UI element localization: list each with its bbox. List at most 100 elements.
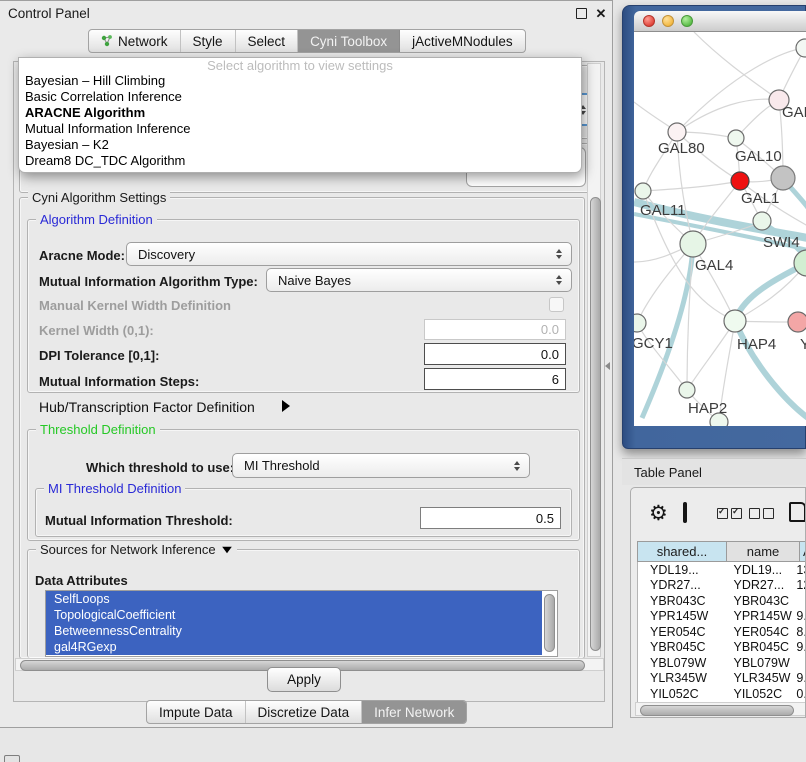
tab-select[interactable]: Select [236, 30, 299, 52]
table-row[interactable]: YIL052CYIL052C0. [638, 686, 806, 702]
node-label: GAL10 [735, 148, 782, 165]
tab-discretize-data[interactable]: Discretize Data [246, 701, 363, 723]
popup-item[interactable]: Mutual Information Inference [19, 121, 581, 137]
network-node-gal11[interactable] [635, 183, 651, 199]
table-settings-gear-icon[interactable]: ⚙ [649, 503, 668, 524]
aracne-mode-select[interactable]: Discovery [126, 242, 572, 266]
network-edge[interactable] [643, 181, 740, 191]
table-row[interactable]: YBR045CYBR045C9. [638, 640, 806, 656]
mi-algorithm-type-label: Mutual Information Algorithm Type: [39, 274, 258, 289]
list-item[interactable]: gal4RGexp [46, 639, 542, 655]
table-panel: ⚙ shared... name A YDL19...YDL19...13 YD… [630, 487, 806, 718]
panel-splitter-handle[interactable] [605, 362, 610, 370]
network-node-salmon-right[interactable] [788, 312, 806, 332]
select-all-columns-icon[interactable] [717, 508, 742, 519]
tab-network[interactable]: Network [89, 30, 181, 52]
table-hscrollbar-track[interactable] [635, 702, 806, 716]
tab-cyni-toolbox[interactable]: Cyni Toolbox [298, 30, 400, 52]
table-row[interactable]: YBL079WYBL079W [638, 655, 806, 671]
settings-vscrollbar-thumb[interactable] [590, 197, 601, 651]
network-node-hap2[interactable] [679, 382, 695, 398]
network-window-titlebar[interactable] [634, 11, 806, 32]
bottom-left-grip-icon[interactable] [4, 755, 20, 762]
network-node-gal80[interactable] [668, 123, 686, 141]
algorithm-dropdown-popup: Select algorithm to view settings Bayesi… [18, 57, 582, 173]
control-panel-tabs: Network Style Select Cyni Toolbox jActiv… [88, 29, 526, 53]
network-node-gcy1[interactable] [634, 314, 646, 332]
mi-threshold-input[interactable]: 0.5 [420, 507, 561, 529]
group-title: Threshold Definition [36, 422, 160, 437]
tab-label: Discretize Data [258, 705, 350, 720]
minimize-window-icon[interactable] [662, 15, 674, 27]
table-row[interactable]: YLR345WYLR345W9. [638, 671, 806, 687]
close-panel-icon[interactable]: ✕ [594, 6, 608, 20]
network-node-gray-node[interactable] [771, 166, 795, 190]
which-threshold-select[interactable]: MI Threshold [232, 453, 530, 478]
network-node-top-partial[interactable] [796, 39, 806, 57]
network-edge[interactable] [637, 323, 687, 390]
expand-right-icon[interactable] [282, 400, 290, 412]
hub-definition-expander[interactable]: Hub/Transcription Factor Definition [39, 399, 255, 415]
kernel-width-input[interactable]: 0.0 [424, 319, 566, 340]
which-threshold-label: Which threshold to use: [86, 460, 234, 475]
network-edge[interactable] [694, 32, 779, 100]
settings-vscrollbar-track[interactable] [587, 63, 601, 657]
node-label: GAL11 [640, 202, 686, 219]
tab-label: Infer Network [374, 705, 454, 720]
popup-item-selected[interactable]: ARACNE Algorithm [19, 105, 581, 121]
float-panel-icon[interactable] [574, 6, 588, 20]
column-layout-icon[interactable] [683, 502, 687, 523]
popup-item[interactable]: Dream8 DC_TDC Algorithm [19, 153, 581, 169]
table-row[interactable]: YDR27...YDR27...12 [638, 578, 806, 594]
node-label: GAL4 [695, 257, 733, 274]
network-node-swi4[interactable] [753, 212, 771, 230]
list-scrollbar[interactable] [544, 594, 555, 652]
mi-steps-input[interactable]: 6 [424, 368, 566, 390]
table-hscrollbar-thumb[interactable] [640, 705, 794, 716]
network-edge[interactable] [677, 99, 779, 132]
node-label: SWI4 [763, 234, 800, 251]
group-title: Algorithm Definition [36, 212, 157, 227]
list-item[interactable]: SelfLoops [46, 591, 542, 607]
table-row[interactable]: YDL19...YDL19...13 [638, 562, 806, 578]
tab-impute-data[interactable]: Impute Data [147, 701, 246, 723]
zoom-window-icon[interactable] [681, 15, 693, 27]
table-row[interactable]: YBR043CYBR043C [638, 593, 806, 609]
sources-expander[interactable]: Sources for Network Inference [36, 542, 237, 557]
popup-item[interactable]: Basic Correlation Inference [19, 89, 581, 105]
popup-item[interactable]: Bayesian – K2 [19, 137, 581, 153]
manual-kernel-width-checkbox[interactable] [549, 297, 564, 312]
network-canvas[interactable]: GALGAL80GAL10GAL1GAL11SWI4GAL4GCY1HAP4YH… [634, 32, 806, 426]
deselect-all-columns-icon[interactable] [749, 508, 774, 519]
network-node-gal1[interactable] [731, 172, 749, 190]
apply-button[interactable]: Apply [267, 667, 341, 692]
tab-infer-network[interactable]: Infer Network [362, 701, 466, 723]
selected-value: MI Threshold [244, 458, 320, 473]
node-label: GCY1 [634, 335, 673, 352]
table-row[interactable]: YER054CYER054C8. [638, 624, 806, 640]
selected-value: Naive Bayes [278, 273, 351, 288]
manual-kernel-width-label: Manual Kernel Width Definition [39, 298, 231, 313]
network-edge[interactable] [687, 321, 735, 390]
popup-item[interactable]: Bayesian – Hill Climbing [19, 73, 581, 89]
network-edge[interactable] [736, 263, 806, 318]
column-header-name[interactable]: name [726, 541, 800, 562]
kernel-width-label: Kernel Width (0,1): [39, 323, 154, 338]
mi-algorithm-type-select[interactable]: Naive Bayes [266, 268, 572, 292]
list-item[interactable]: BetweennessCentrality [46, 623, 542, 639]
node-label: HAP4 [737, 336, 776, 353]
close-window-icon[interactable] [643, 15, 655, 27]
tab-style[interactable]: Style [181, 30, 236, 52]
network-node-gal10[interactable] [728, 130, 744, 146]
list-item[interactable]: TopologicalCoefficient [46, 607, 542, 623]
tab-jactivemnodules[interactable]: jActiveMNodules [400, 30, 525, 52]
table-row[interactable]: YPR145WYPR145W9. [638, 609, 806, 625]
network-node-gal4[interactable] [680, 231, 706, 257]
network-node-hap4[interactable] [724, 310, 746, 332]
column-header-shared-name[interactable]: shared... [637, 541, 727, 562]
function-builder-icon[interactable] [789, 502, 806, 522]
dpi-tolerance-input[interactable]: 0.0 [424, 343, 566, 365]
network-window: GALGAL80GAL10GAL1GAL11SWI4GAL4GCY1HAP4YH… [622, 5, 806, 449]
node-label: HAP2 [688, 400, 727, 417]
column-header-cut[interactable]: A [799, 541, 806, 562]
